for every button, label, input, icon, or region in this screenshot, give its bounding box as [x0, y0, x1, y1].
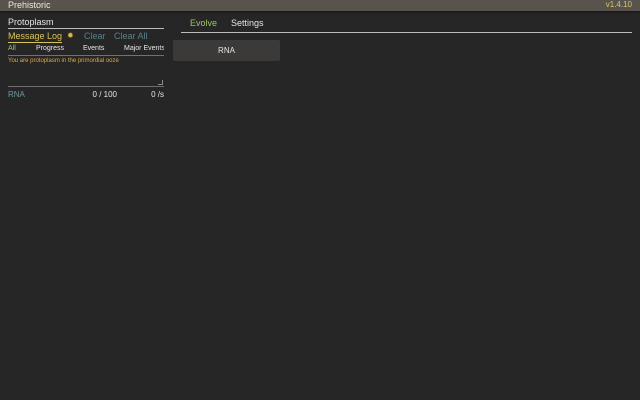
resize-handle-icon[interactable]: [158, 80, 163, 85]
clear-button[interactable]: Clear: [84, 30, 106, 42]
filter-major-events[interactable]: Major Events: [124, 43, 164, 55]
log-message: You are protoplasm in the primordial ooz…: [8, 58, 119, 64]
message-log-header: Message Log ✹ Clear Clear All: [8, 30, 164, 43]
resource-rate: 0 /s: [151, 90, 164, 99]
filter-all[interactable]: All: [8, 43, 16, 55]
message-log-toggle[interactable]: Message Log: [8, 30, 63, 43]
app-window: Prehistoric v1.4.10 Protoplasm Message L…: [0, 0, 640, 400]
top-bar: Prehistoric v1.4.10: [0, 0, 640, 11]
resource-row-rna: RNA 0 / 100 0 /s: [8, 89, 164, 101]
gear-icon[interactable]: ✹: [67, 30, 74, 42]
message-filter-tabs: All Progress Events Major Events: [8, 43, 164, 56]
resource-name: RNA: [8, 90, 25, 99]
game-title: Prehistoric: [8, 0, 51, 10]
filter-progress[interactable]: Progress: [36, 43, 64, 55]
main-tabs: Evolve Settings: [181, 16, 632, 33]
resource-amount: 0 / 100: [92, 90, 117, 99]
message-log[interactable]: You are protoplasm in the primordial ooz…: [8, 56, 164, 87]
left-sidebar: Protoplasm Message Log ✹ Clear Clear All…: [8, 16, 164, 101]
gather-rna-button[interactable]: RNA: [173, 40, 280, 61]
filter-events[interactable]: Events: [83, 43, 104, 55]
clear-all-button[interactable]: Clear All: [114, 30, 148, 42]
era-heading: Protoplasm: [8, 16, 164, 29]
main-panel: Evolve Settings RNA: [173, 16, 632, 61]
tab-settings[interactable]: Settings: [231, 17, 264, 29]
tab-evolve[interactable]: Evolve: [190, 17, 217, 29]
version-label[interactable]: v1.4.10: [606, 0, 632, 11]
